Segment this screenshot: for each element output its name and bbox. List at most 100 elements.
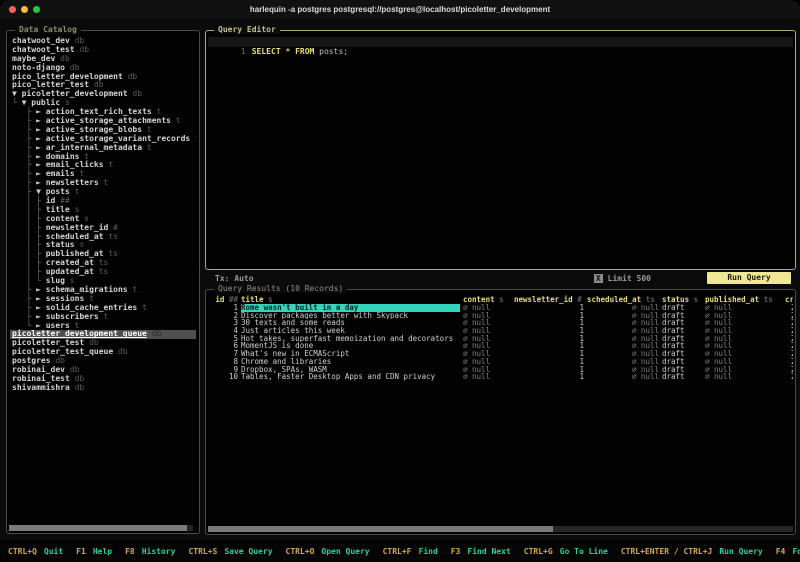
- table-cell[interactable]: ∅ null: [587, 304, 659, 312]
- limit-checkbox[interactable]: X: [594, 274, 603, 283]
- table-cell[interactable]: Rome wasn't built in a day: [241, 304, 460, 312]
- table-cell[interactable]: draft: [662, 350, 702, 358]
- collapsed-icon[interactable]: ►: [36, 178, 46, 187]
- table-cell[interactable]: 1: [514, 358, 584, 366]
- table-cell[interactable]: ∅ null: [463, 327, 511, 335]
- table-cell[interactable]: ∅ null: [587, 342, 659, 350]
- table-row[interactable]: 330 texts and some reads∅ null1∅ nulldra…: [208, 319, 793, 327]
- table-row[interactable]: 10Tables, Faster Desktop Apps and CDN pr…: [208, 373, 793, 381]
- collapsed-icon[interactable]: ►: [36, 294, 46, 303]
- table-cell[interactable]: 1: [514, 312, 584, 320]
- table-cell[interactable]: 5: [212, 335, 238, 343]
- table-cell[interactable]: ∅ null: [463, 335, 511, 343]
- table-cell[interactable]: ∅ null: [705, 312, 782, 320]
- table-cell[interactable]: 2024: [785, 342, 793, 350]
- table-cell[interactable]: Hot takes, superfast memoization and dec…: [241, 335, 460, 343]
- table-cell[interactable]: ∅ null: [587, 366, 659, 374]
- footer-shortcut[interactable]: F1Help: [76, 547, 112, 556]
- table-cell[interactable]: ∅ null: [705, 327, 782, 335]
- catalog-hscrollbar-thumb[interactable]: [9, 525, 187, 531]
- table-cell[interactable]: ∅ null: [705, 342, 782, 350]
- table-cell[interactable]: 1: [514, 327, 584, 335]
- table-cell[interactable]: 9: [212, 366, 238, 374]
- table-cell[interactable]: ∅ null: [705, 319, 782, 327]
- table-cell[interactable]: 2024: [785, 350, 793, 358]
- footer-shortcut[interactable]: CTRL+GGo To Line: [524, 547, 608, 556]
- footer-shortcut[interactable]: CTRL+SSave Query: [188, 547, 272, 556]
- column-header-scheduled_at[interactable]: scheduled_at ts: [587, 295, 659, 304]
- table-cell[interactable]: 3: [212, 319, 238, 327]
- table-cell[interactable]: 7: [212, 350, 238, 358]
- footer-shortcut[interactable]: CTRL+ENTER / CTRL+JRun Query: [621, 547, 763, 556]
- table-cell[interactable]: 2024: [785, 366, 793, 374]
- table-cell[interactable]: 1: [514, 373, 584, 381]
- table-cell[interactable]: 1: [514, 350, 584, 358]
- column-header-status[interactable]: status s: [662, 295, 702, 304]
- collapsed-icon[interactable]: ►: [36, 143, 46, 152]
- table-cell[interactable]: 2024: [785, 335, 793, 343]
- table-cell[interactable]: 2024: [785, 358, 793, 366]
- close-button[interactable]: [9, 6, 16, 13]
- footer-shortcut[interactable]: CTRL+OOpen Query: [286, 547, 370, 556]
- table-cell[interactable]: ∅ null: [587, 312, 659, 320]
- footer-shortcut[interactable]: F3Find Next: [451, 547, 511, 556]
- column-header-crea[interactable]: crea: [785, 295, 793, 304]
- table-cell[interactable]: ∅ null: [463, 342, 511, 350]
- footer-shortcut[interactable]: CTRL+QQuit: [8, 547, 63, 556]
- catalog-item[interactable]: shivammishra db: [10, 384, 196, 393]
- column-header-newsletter_id[interactable]: newsletter_id #: [514, 295, 584, 304]
- footer-shortcut[interactable]: F4Format Query: [776, 547, 800, 556]
- table-cell[interactable]: ∅ null: [463, 312, 511, 320]
- table-cell[interactable]: Dropbox, SPAs, WASM: [241, 366, 460, 374]
- expanded-icon[interactable]: ▼: [36, 187, 46, 196]
- table-cell[interactable]: draft: [662, 327, 702, 335]
- collapsed-icon[interactable]: ►: [36, 107, 46, 116]
- table-cell[interactable]: 6: [212, 342, 238, 350]
- collapsed-icon[interactable]: ►: [36, 134, 46, 143]
- table-cell[interactable]: ∅ null: [705, 366, 782, 374]
- table-cell[interactable]: 1: [212, 304, 238, 312]
- minimize-button[interactable]: [21, 6, 28, 13]
- table-cell[interactable]: 10: [212, 373, 238, 381]
- table-cell[interactable]: 2: [212, 312, 238, 320]
- table-cell[interactable]: Discover packages better with Skypack: [241, 312, 460, 320]
- column-header-title[interactable]: title s: [241, 295, 460, 304]
- column-header-id[interactable]: id ##: [212, 295, 238, 304]
- table-row[interactable]: 8Chrome and libraries∅ null1∅ nulldraft∅…: [208, 358, 793, 366]
- table-row[interactable]: 1Rome wasn't built in a day∅ null1∅ null…: [208, 304, 793, 312]
- table-cell[interactable]: ∅ null: [463, 366, 511, 374]
- collapsed-icon[interactable]: ►: [36, 303, 46, 312]
- table-row[interactable]: 5Hot takes, superfast memoization and de…: [208, 335, 793, 343]
- collapsed-icon[interactable]: ►: [36, 125, 46, 134]
- table-cell[interactable]: draft: [662, 358, 702, 366]
- table-cell[interactable]: ∅ null: [587, 319, 659, 327]
- table-cell[interactable]: draft: [662, 366, 702, 374]
- table-cell[interactable]: 30 texts and some reads: [241, 319, 460, 327]
- table-cell[interactable]: draft: [662, 335, 702, 343]
- table-cell[interactable]: Chrome and libraries: [241, 358, 460, 366]
- table-cell[interactable]: MomentJS is done: [241, 342, 460, 350]
- table-cell[interactable]: draft: [662, 373, 702, 381]
- table-cell[interactable]: draft: [662, 342, 702, 350]
- table-cell[interactable]: 4: [212, 327, 238, 335]
- collapsed-icon[interactable]: ►: [36, 116, 46, 125]
- table-cell[interactable]: 2024: [785, 327, 793, 335]
- zoom-button[interactable]: [33, 6, 40, 13]
- table-cell[interactable]: draft: [662, 312, 702, 320]
- run-query-button[interactable]: Run Query: [707, 272, 791, 284]
- collapsed-icon[interactable]: ►: [36, 169, 46, 178]
- results-hscrollbar-thumb[interactable]: [208, 526, 553, 532]
- table-cell[interactable]: ∅ null: [705, 335, 782, 343]
- table-cell[interactable]: ∅ null: [587, 373, 659, 381]
- table-cell[interactable]: ∅ null: [705, 358, 782, 366]
- table-cell[interactable]: 8: [212, 358, 238, 366]
- table-cell[interactable]: ∅ null: [587, 327, 659, 335]
- table-cell[interactable]: ∅ null: [587, 358, 659, 366]
- table-cell[interactable]: ∅ null: [587, 335, 659, 343]
- table-cell[interactable]: 2025: [785, 304, 793, 312]
- collapsed-icon[interactable]: ►: [36, 312, 46, 321]
- catalog-hscrollbar[interactable]: [9, 525, 193, 531]
- table-cell[interactable]: 2024: [785, 373, 793, 381]
- table-cell[interactable]: Just articles this week: [241, 327, 460, 335]
- table-cell[interactable]: Tables, Faster Desktop Apps and CDN priv…: [241, 373, 460, 381]
